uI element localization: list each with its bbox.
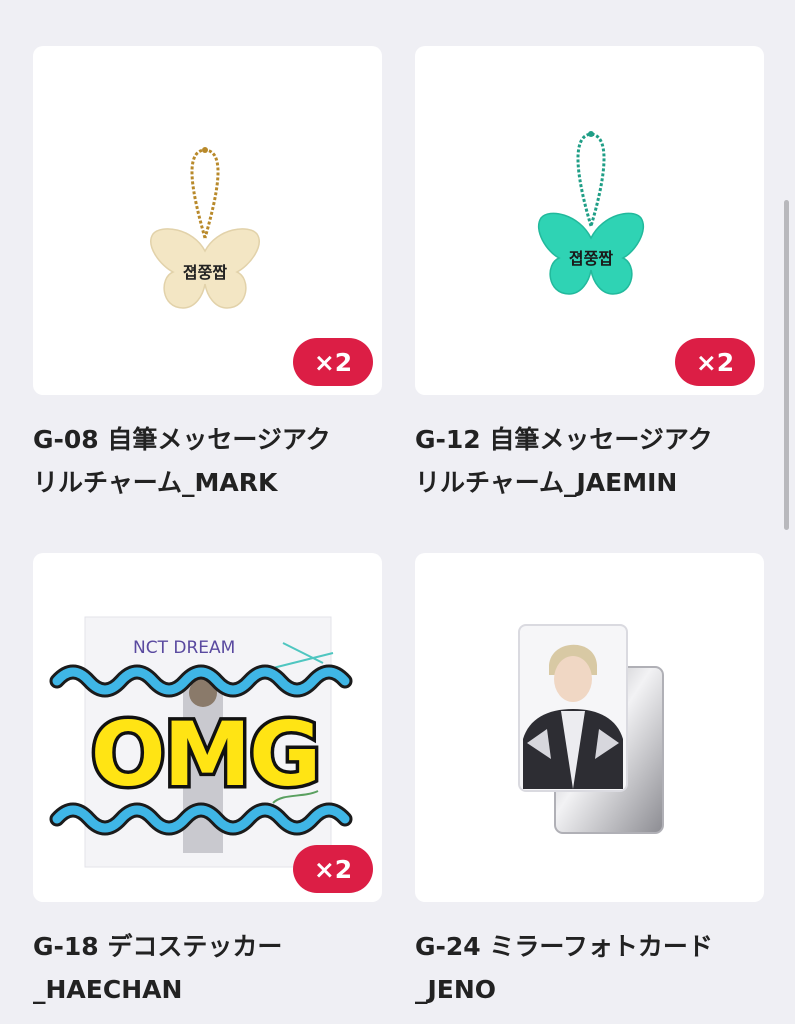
quantity-badge: ×2 <box>293 845 373 893</box>
product-card-g18[interactable]: NCT DREAM OMG ×2 <box>33 553 382 902</box>
vertical-scrollbar[interactable] <box>784 200 789 530</box>
quantity-badge: ×2 <box>675 338 755 386</box>
product-card-g08[interactable]: 졉쭝짭 ×2 <box>33 46 382 395</box>
mirror-photocard-icon <box>518 624 664 834</box>
charm-handwriting: 졉쭝짭 <box>569 249 613 268</box>
product-title-g24[interactable]: G-24 ミラーフォトカード _JENO <box>415 925 770 1011</box>
quantity-badge: ×2 <box>293 338 373 386</box>
charm-handwriting: 졉쭝짭 <box>183 263 227 282</box>
product-title-g12[interactable]: G-12 自筆メッセージアク リルチャーム_JAEMIN <box>415 418 770 504</box>
product-card-g12[interactable]: 졉쭝짭 ×2 <box>415 46 764 395</box>
product-card-g24[interactable] <box>415 553 764 902</box>
product-title-g18[interactable]: G-18 デコステッカー _HAECHAN <box>33 925 388 1011</box>
omg-overlay-text: OMG <box>91 703 320 806</box>
product-title-g08[interactable]: G-08 自筆メッセージアク リルチャーム_MARK <box>33 418 388 504</box>
product-grid-page: 졉쭝짭 ×2 G-08 自筆メッセージアク リルチャーム_MARK 졉쭝짭 ×2… <box>0 0 795 1024</box>
sticker-header-text: NCT DREAM <box>133 638 235 658</box>
